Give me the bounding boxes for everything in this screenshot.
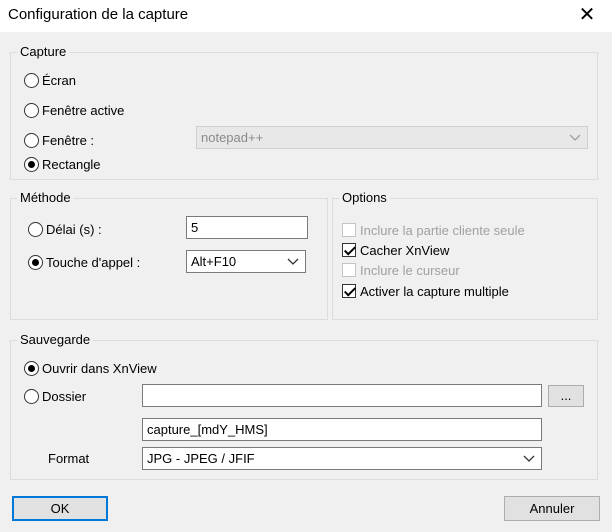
hotkey-select-value: Alt+F10 — [191, 254, 237, 269]
checkbox-partie-cliente[interactable]: Inclure la partie cliente seule — [342, 220, 525, 240]
window-title: Configuration de la capture — [8, 6, 189, 23]
ok-button[interactable]: OK — [12, 496, 108, 521]
radio-fenetre[interactable]: Fenêtre : — [24, 130, 94, 150]
folder-input[interactable] — [142, 384, 542, 407]
dialog-body: Capture Écran Fenêtre active Fenêtre : n… — [0, 32, 612, 532]
radio-circle — [24, 132, 39, 148]
close-icon[interactable]: ✕ — [576, 4, 598, 26]
radio-touche-appel[interactable]: Touche d'appel : — [28, 252, 140, 272]
radio-rectangle-label: Rectangle — [42, 156, 101, 172]
checkbox-curseur[interactable]: Inclure le curseur — [342, 260, 460, 280]
radio-circle — [24, 102, 39, 118]
radio-circle — [24, 360, 39, 376]
radio-ouvrir-xnview-label: Ouvrir dans XnView — [42, 360, 157, 376]
chevron-down-icon — [523, 448, 535, 469]
format-select[interactable]: JPG - JPEG / JFIF — [142, 447, 542, 470]
radio-circle — [24, 72, 39, 88]
checkbox-cacher-xnview-label: Cacher XnView — [360, 242, 450, 258]
checkbox-curseur-label: Inclure le curseur — [360, 262, 460, 278]
capture-legend: Capture — [17, 44, 70, 60]
chevron-down-icon — [287, 251, 299, 272]
radio-dossier[interactable]: Dossier — [24, 386, 86, 406]
radio-circle — [24, 388, 39, 404]
title-bar: Configuration de la capture ✕ — [0, 0, 612, 32]
checkbox-capture-multiple-label: Activer la capture multiple — [360, 283, 509, 299]
format-label: Format — [48, 451, 90, 466]
radio-delai[interactable]: Délai (s) : — [28, 219, 102, 239]
methode-legend: Méthode — [17, 190, 74, 206]
window-select[interactable]: notepad++ — [196, 126, 588, 149]
browse-button[interactable]: ... — [548, 385, 584, 407]
filename-input[interactable]: capture_[mdY_HMS] — [142, 418, 542, 441]
delay-input[interactable]: 5 — [186, 216, 308, 239]
radio-fenetre-active-label: Fenêtre active — [42, 102, 125, 118]
format-select-value: JPG - JPEG / JFIF — [147, 451, 255, 466]
checkbox-box — [342, 223, 356, 237]
checkbox-capture-multiple[interactable]: Activer la capture multiple — [342, 281, 509, 301]
radio-circle — [28, 254, 43, 270]
checkbox-box — [342, 263, 356, 277]
radio-ouvrir-xnview[interactable]: Ouvrir dans XnView — [24, 358, 157, 378]
checkbox-cacher-xnview[interactable]: Cacher XnView — [342, 240, 449, 260]
checkbox-partie-cliente-label: Inclure la partie cliente seule — [360, 222, 525, 238]
chevron-down-icon — [569, 127, 581, 148]
sauvegarde-legend: Sauvegarde — [17, 332, 94, 348]
options-legend: Options — [339, 190, 390, 206]
radio-circle — [28, 221, 43, 237]
radio-ecran-label: Écran — [42, 72, 76, 88]
window-select-value: notepad++ — [201, 130, 264, 145]
radio-fenetre-label: Fenêtre : — [42, 132, 95, 148]
cancel-button[interactable]: Annuler — [504, 496, 600, 521]
radio-rectangle[interactable]: Rectangle — [24, 154, 101, 174]
radio-dossier-label: Dossier — [42, 388, 87, 404]
checkbox-box — [342, 243, 356, 257]
radio-circle — [24, 156, 39, 172]
checkbox-box — [342, 284, 356, 298]
radio-delai-label: Délai (s) : — [46, 221, 102, 237]
radio-touche-appel-label: Touche d'appel : — [46, 254, 141, 270]
radio-fenetre-active[interactable]: Fenêtre active — [24, 100, 124, 120]
hotkey-select[interactable]: Alt+F10 — [186, 250, 306, 273]
radio-ecran[interactable]: Écran — [24, 70, 76, 90]
